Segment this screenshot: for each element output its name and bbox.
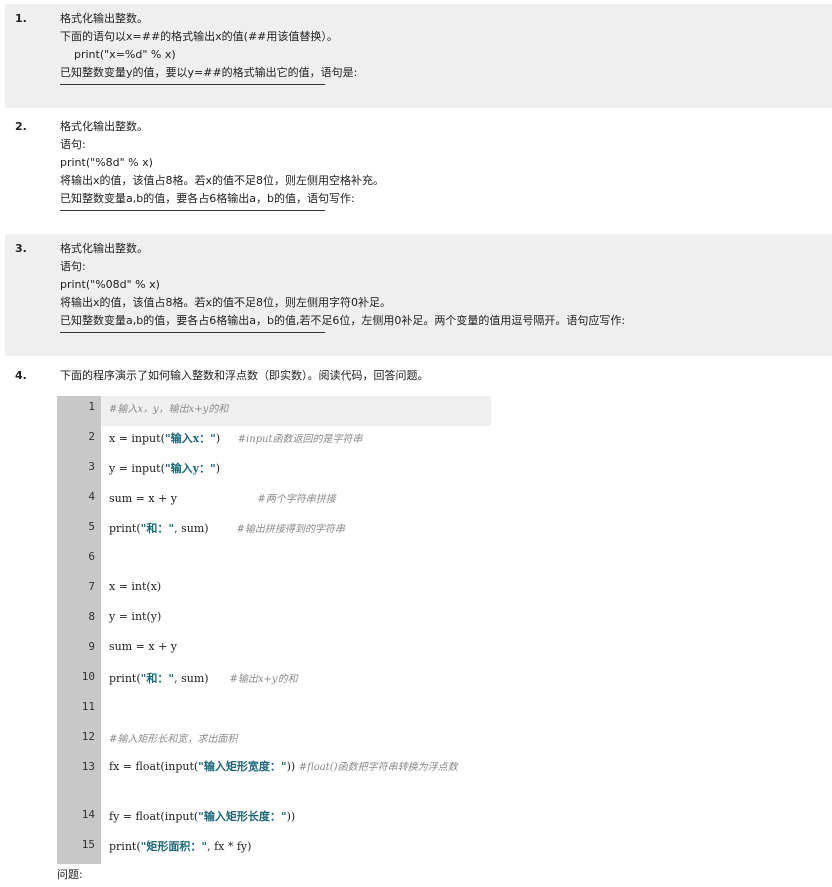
code-text: fy = float(input("输入矩形长度：")) xyxy=(109,810,296,823)
question-line: 将输出x的值，该值占8格。若x的值不足8位，则左侧用空格补充。 xyxy=(60,174,385,187)
question-line: 将输出x的值，该值占8格。若x的值不足8位，则左侧用字符0补足。 xyxy=(60,296,392,309)
code-text: y = int(y) xyxy=(109,610,162,623)
line-number: 6 xyxy=(57,546,101,576)
line-number: 8 xyxy=(57,606,101,636)
code-text: #输入x，y，输出x+y的和 xyxy=(101,396,491,426)
code-text: x = int(x) xyxy=(109,580,162,593)
code-comment: #输出拼接得到的字符串 xyxy=(236,524,345,535)
question-4: 4. 下面的程序演示了如何输入整数和浮点数（即实数）。阅读代码，回答问题。 xyxy=(5,362,832,392)
code-line: 3 y = input("输入y：") xyxy=(57,456,491,486)
code-line: 14 fy = float(input("输入矩形长度：")) xyxy=(57,804,491,834)
question-line: print("%8d" % x) xyxy=(60,156,153,169)
code-text: fx = float(input("输入矩形宽度：")) #float()函数把… xyxy=(109,760,458,773)
line-number: 1 xyxy=(57,396,101,426)
code-line: 2 x = input("输入x：") #input函数返回的是字符串 xyxy=(57,426,491,456)
line-number: 9 xyxy=(57,636,101,666)
question-line: 已知整数变量y的值，要以y=##的格式输出它的值，语句是: xyxy=(60,66,358,79)
code-text: print("和：", sum) #输出x+y的和 xyxy=(109,672,298,685)
code-line: 15 print("矩形面积：", fx * fy) xyxy=(57,834,491,864)
code-comment: #输入矩形长和宽，求出面积 xyxy=(109,734,238,745)
question-1: 1. 格式化输出整数。 下面的语句以x=##的格式输出x的值(##用该值替换）。… xyxy=(5,4,832,108)
code-text: x = input("输入x：") #input函数返回的是字符串 xyxy=(109,432,363,445)
answer-blank[interactable] xyxy=(60,210,325,211)
code-comment: #两个字符串拼接 xyxy=(257,494,336,505)
code-comment: #float()函数把字符串转换为浮点数 xyxy=(298,762,458,773)
question-line: 语句: xyxy=(60,260,86,273)
line-number: 15 xyxy=(57,834,101,864)
code-comment: #输出x+y的和 xyxy=(229,674,298,685)
question-number: 2. xyxy=(15,120,27,133)
code-line: 7 x = int(x) xyxy=(57,576,491,606)
code-text: sum = x + y #两个字符串拼接 xyxy=(109,492,336,505)
code-line: 11 xyxy=(57,696,491,726)
question-line: 语句: xyxy=(60,138,86,151)
question-label: 问题: xyxy=(57,868,83,881)
question-line: print("%08d" % x) xyxy=(60,278,160,291)
question-number: 1. xyxy=(15,12,27,25)
code-line: 13 fx = float(input("输入矩形宽度：")) #float()… xyxy=(57,756,491,804)
line-number: 3 xyxy=(57,456,101,486)
code-line: 8 y = int(y) xyxy=(57,606,491,636)
line-number: 12 xyxy=(57,726,101,756)
code-text: print("和：", sum) #输出拼接得到的字符串 xyxy=(109,522,345,535)
line-number: 10 xyxy=(57,666,101,696)
question-3: 3. 格式化输出整数。 语句: print("%08d" % x) 将输出x的值… xyxy=(5,234,832,356)
line-number: 11 xyxy=(57,696,101,726)
code-text: print("矩形面积：", fx * fy) xyxy=(109,840,252,853)
question-text: 格式化输出整数。 语句: print("%08d" % x) 将输出x的值，该值… xyxy=(60,240,824,333)
code-line: 9 sum = x + y xyxy=(57,636,491,666)
code-text: #输入矩形长和宽，求出面积 xyxy=(101,726,491,756)
code-listing: 1 #输入x，y，输出x+y的和 2 x = input("输入x：") #in… xyxy=(57,396,491,864)
question-line: 已知整数变量a,b的值，要各占6格输出a，b的值，语句写作: xyxy=(60,192,355,205)
code-text: sum = x + y xyxy=(109,640,177,653)
code-line: 10 print("和：", sum) #输出x+y的和 xyxy=(57,666,491,696)
question-text: 格式化输出整数。 语句: print("%8d" % x) 将输出x的值，该值占… xyxy=(60,118,824,211)
question-2: 2. 格式化输出整数。 语句: print("%8d" % x) 将输出x的值，… xyxy=(5,112,832,230)
question-line: 格式化输出整数。 xyxy=(60,120,148,133)
code-line: 1 #输入x，y，输出x+y的和 xyxy=(57,396,491,426)
code-line: 12 #输入矩形长和宽，求出面积 xyxy=(57,726,491,756)
line-number: 2 xyxy=(57,426,101,456)
code-comment: #input函数返回的是字符串 xyxy=(237,434,363,445)
question-intro: 下面的程序演示了如何输入整数和浮点数（即实数）。阅读代码，回答问题。 xyxy=(60,369,429,382)
line-number: 4 xyxy=(57,486,101,516)
code-comment: #输入x，y，输出x+y的和 xyxy=(109,404,229,415)
code-line: 5 print("和：", sum) #输出拼接得到的字符串 xyxy=(57,516,491,546)
code-line: 6 xyxy=(57,546,491,576)
code-text: y = input("输入y：") xyxy=(109,462,221,475)
answer-blank[interactable] xyxy=(60,84,325,85)
question-line: 格式化输出整数。 xyxy=(60,242,148,255)
line-number: 13 xyxy=(57,756,101,804)
line-number: 14 xyxy=(57,804,101,834)
question-line: 格式化输出整数。 xyxy=(60,12,148,25)
question-number: 3. xyxy=(15,242,27,255)
line-number: 5 xyxy=(57,516,101,546)
question-line: 下面的语句以x=##的格式输出x的值(##用该值替换）。 xyxy=(60,30,338,43)
question-number: 4. xyxy=(15,369,27,382)
code-line: 4 sum = x + y #两个字符串拼接 xyxy=(57,486,491,516)
answer-blank[interactable] xyxy=(60,332,325,333)
question-line: 已知整数变量a,b的值，要各占6格输出a，b的值,若不足6位，左侧用0补足。两个… xyxy=(60,314,626,327)
question-line: print("x=%d" % x) xyxy=(60,48,176,61)
question-text: 格式化输出整数。 下面的语句以x=##的格式输出x的值(##用该值替换）。 pr… xyxy=(60,10,824,85)
line-number: 7 xyxy=(57,576,101,606)
